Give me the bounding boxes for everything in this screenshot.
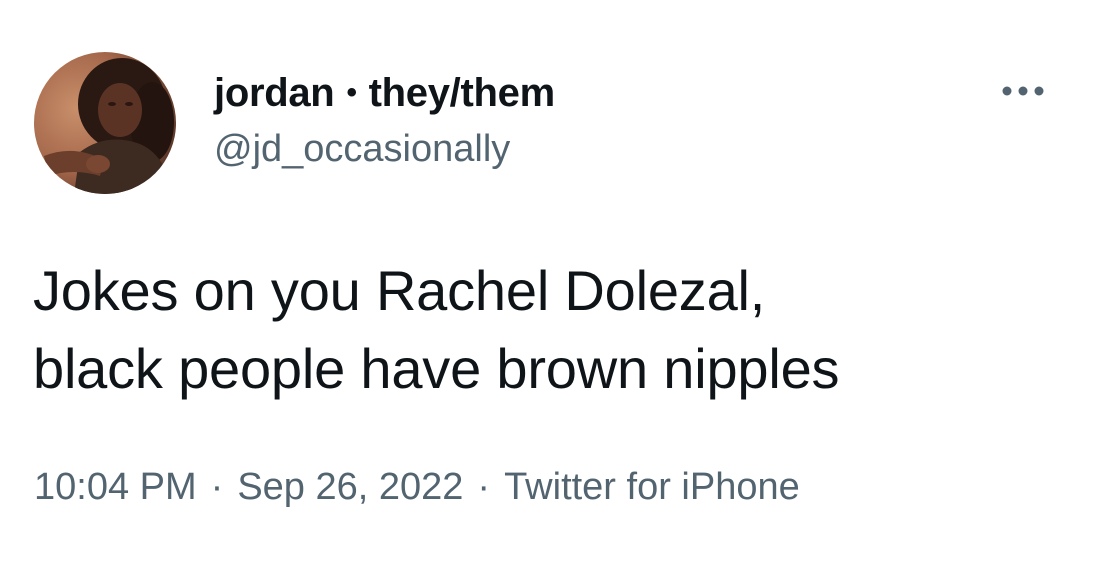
tweet-line: Jokes on you Rachel Dolezal, [33, 259, 766, 322]
tweet-line: black people have brown nipples [33, 337, 840, 400]
meta-dot: · [210, 466, 224, 508]
author-name-row[interactable]: jordan • they/them [214, 70, 555, 116]
more-options-button[interactable] [996, 76, 1050, 106]
tweet-body: Jokes on you Rachel Dolezal, black peopl… [33, 252, 1053, 408]
profile-photo [34, 52, 176, 194]
display-name[interactable]: jordan [214, 71, 335, 116]
more-horizontal-icon [1002, 86, 1044, 96]
tweet-time[interactable]: 10:04 PM [34, 466, 197, 509]
tweet-meta: 10:04 PM · Sep 26, 2022 · Twitter for iP… [34, 466, 800, 509]
pronouns: they/them [368, 70, 556, 115]
tweet-date[interactable]: Sep 26, 2022 [237, 466, 463, 509]
name-separator: • [346, 76, 357, 109]
author-handle[interactable]: @jd_occasionally [214, 128, 510, 171]
meta-dot: · [477, 466, 491, 508]
tweet-card: jordan • they/them @jd_occasionally Joke… [0, 0, 1096, 562]
avatar[interactable] [34, 52, 176, 194]
tweet-source[interactable]: Twitter for iPhone [504, 466, 800, 509]
